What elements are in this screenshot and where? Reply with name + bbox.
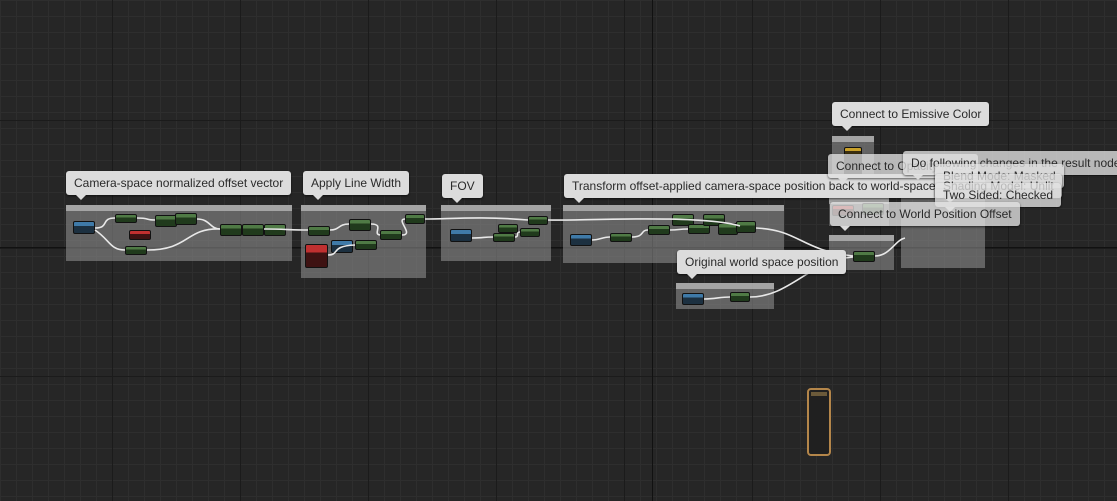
- comment-line-width[interactable]: Apply Line Width: [303, 171, 410, 200]
- math-node[interactable]: [220, 224, 242, 236]
- comment-camera-space[interactable]: Camera-space normalized offset vector: [66, 171, 292, 200]
- math-node[interactable]: [528, 216, 548, 225]
- world-offset-output-node[interactable]: [853, 251, 875, 262]
- math-node[interactable]: [718, 223, 738, 235]
- math-node[interactable]: [242, 224, 264, 236]
- math-node[interactable]: [264, 224, 286, 236]
- comment-emissive[interactable]: Connect to Emissive Color: [832, 102, 990, 131]
- result-node-icon[interactable]: [807, 388, 831, 456]
- math-node[interactable]: [349, 219, 371, 231]
- math-node[interactable]: [380, 230, 402, 240]
- math-node[interactable]: [355, 240, 377, 250]
- comment-fov[interactable]: FOV: [442, 174, 483, 203]
- math-node[interactable]: [115, 214, 137, 223]
- math-node[interactable]: [498, 224, 518, 233]
- fov-parameter-node[interactable]: [450, 229, 472, 242]
- parameter-node[interactable]: [331, 240, 353, 253]
- comment-original-world[interactable]: Original world space position: [677, 250, 847, 279]
- math-node[interactable]: [155, 215, 177, 227]
- camera-position-node[interactable]: [73, 221, 95, 234]
- constant-node[interactable]: [129, 230, 151, 240]
- scalar-parameter-node[interactable]: [305, 244, 328, 268]
- material-graph-canvas[interactable]: Camera-space normalized offset vector Ap…: [0, 0, 1117, 501]
- math-node[interactable]: [405, 214, 425, 224]
- math-node[interactable]: [736, 221, 756, 233]
- math-node[interactable]: [493, 233, 515, 242]
- world-position-node[interactable]: [682, 293, 704, 305]
- transform-input-node[interactable]: [570, 234, 592, 246]
- math-node[interactable]: [308, 226, 330, 236]
- math-node[interactable]: [125, 246, 147, 255]
- math-node[interactable]: [175, 213, 197, 225]
- math-node[interactable]: [648, 225, 670, 235]
- comment-world-offset[interactable]: Connect to World Position Offset: [830, 202, 1020, 231]
- math-node[interactable]: [520, 228, 540, 237]
- math-node[interactable]: [610, 233, 632, 242]
- math-node[interactable]: [730, 292, 750, 302]
